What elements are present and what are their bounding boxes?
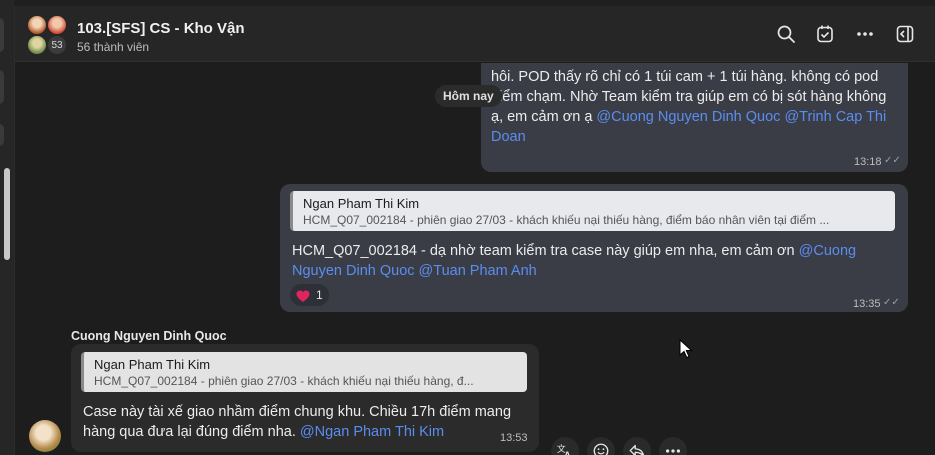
svg-text:A: A xyxy=(564,450,571,455)
message-bubble[interactable]: Ngan Pham Thi Kim HCM_Q07_002184 - phiên… xyxy=(280,184,908,312)
quote-text: HCM_Q07_002184 - phiên giao 27/03 - khác… xyxy=(94,374,474,388)
chat-header: 53 103.[SFS] CS - Kho Vận 56 thành viên xyxy=(15,6,935,62)
search-button[interactable] xyxy=(774,22,798,46)
search-icon xyxy=(777,25,795,43)
date-separator: Hôm nay xyxy=(435,85,502,107)
mention-link[interactable]: @Trinh Cap Thi xyxy=(784,109,886,125)
task-button[interactable] xyxy=(813,22,837,46)
group-avatar[interactable]: 53 xyxy=(27,15,71,59)
reply-quote[interactable]: Ngan Pham Thi Kim HCM_Q07_002184 - phiên… xyxy=(81,352,527,392)
read-check-icon: ✓✓ xyxy=(884,155,901,166)
task-icon xyxy=(817,25,833,43)
reply-button[interactable] xyxy=(623,437,651,455)
emoji-icon xyxy=(593,443,609,455)
translate-button[interactable]: 文A xyxy=(551,437,579,455)
mouse-cursor-icon xyxy=(679,338,693,364)
scrollbar-thumb[interactable] xyxy=(4,168,10,260)
rail-item[interactable] xyxy=(0,18,4,52)
translate-icon: 文A xyxy=(557,443,571,455)
message-text: hàng qua đưa lại đúng điểm nha. xyxy=(83,424,300,440)
message-text: hôi. POD thấy rõ chỉ có 1 túi cam + 1 tú… xyxy=(491,69,879,85)
reply-quote[interactable]: Ngan Pham Thi Kim HCM_Q07_002184 - phiên… xyxy=(290,191,895,231)
reaction-chip[interactable]: 1 xyxy=(290,284,329,306)
chat-panel: 53 103.[SFS] CS - Kho Vận 56 thành viên … xyxy=(14,6,935,455)
member-avatar xyxy=(27,15,47,35)
member-count[interactable]: 56 thành viên xyxy=(77,40,149,54)
rail-item[interactable] xyxy=(0,124,4,146)
quote-author: Ngan Pham Thi Kim xyxy=(94,357,211,372)
group-title[interactable]: 103.[SFS] CS - Kho Vận xyxy=(77,20,245,37)
emoji-reaction-button[interactable] xyxy=(587,437,615,455)
reply-icon xyxy=(629,444,645,455)
more-button[interactable] xyxy=(853,22,877,46)
mention-link[interactable]: @Ngan Pham Thi Kim xyxy=(300,424,444,440)
mention-link[interactable]: @Cuong xyxy=(799,243,856,259)
sidebar-toggle-icon xyxy=(896,25,914,43)
reaction-count: 1 xyxy=(316,288,323,302)
mention-link[interactable]: @Tuan Pham Anh xyxy=(419,263,537,279)
more-actions-button[interactable] xyxy=(659,437,687,455)
message-bubble[interactable]: hôi. POD thấy rõ chỉ có 1 túi cam + 1 tú… xyxy=(481,63,908,172)
mention-link[interactable]: @Cuong Nguyen Dinh Quoc xyxy=(596,109,780,125)
avatar-count-badge: 53 xyxy=(47,35,67,55)
message-time: 13:18 xyxy=(854,156,882,168)
message-time: 13:35 xyxy=(853,298,881,310)
more-icon xyxy=(665,449,681,453)
sender-name[interactable]: Cuong Nguyen Dinh Quoc xyxy=(71,329,227,343)
message-text: điểm chạm. Nhờ Team kiểm tra giúp em có … xyxy=(491,89,887,105)
mention-link[interactable]: Doan xyxy=(491,129,526,145)
message-text: HCM_Q07_002184 - dạ nhờ team kiểm tra ca… xyxy=(292,243,799,259)
member-avatar xyxy=(27,35,47,55)
message-time: 13:53 xyxy=(500,432,528,444)
rail-item[interactable] xyxy=(0,70,4,104)
mention-link[interactable]: Nguyen Dinh Quoc xyxy=(292,263,415,279)
message-text: Case này tài xế giao nhầm điểm chung khu… xyxy=(83,404,512,420)
left-rail xyxy=(0,0,14,455)
message-text: ạ, em cảm ơn ạ xyxy=(491,109,597,125)
sidebar-toggle-button[interactable] xyxy=(893,22,917,46)
heart-icon xyxy=(296,289,310,302)
more-icon xyxy=(857,32,873,36)
avatar[interactable] xyxy=(29,420,61,452)
member-avatar xyxy=(47,15,67,35)
read-check-icon: ✓✓ xyxy=(883,297,900,308)
quote-text: HCM_Q07_002184 - phiên giao 27/03 - khác… xyxy=(303,213,830,227)
quote-author: Ngan Pham Thi Kim xyxy=(303,196,420,211)
message-bubble[interactable]: Ngan Pham Thi Kim HCM_Q07_002184 - phiên… xyxy=(71,344,539,452)
message-list[interactable]: hôi. POD thấy rõ chỉ có 1 túi cam + 1 tú… xyxy=(15,63,935,455)
